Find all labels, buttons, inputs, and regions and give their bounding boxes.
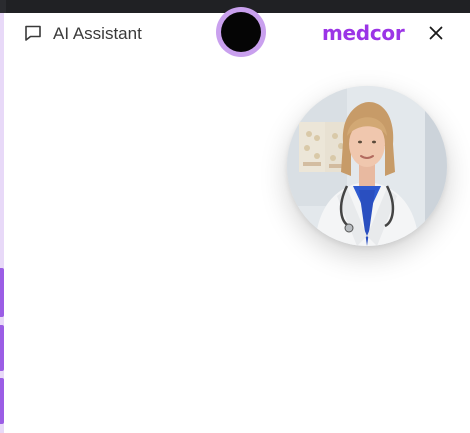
assistant-header: AI Assistant medcor — [4, 7, 470, 57]
doctor-avatar[interactable] — [287, 86, 447, 246]
chat-bubble-icon — [23, 23, 43, 43]
window-top-edge — [0, 0, 6, 13]
close-button[interactable] — [426, 23, 446, 43]
doctor-avatar-image — [287, 86, 447, 246]
recording-dot — [221, 12, 261, 52]
recording-indicator[interactable] — [216, 7, 266, 57]
close-icon — [429, 26, 443, 40]
medcor-logo: medcor — [322, 21, 405, 45]
assistant-title: AI Assistant — [53, 24, 142, 43]
assistant-panel: AI Assistant medcor — [4, 7, 470, 433]
